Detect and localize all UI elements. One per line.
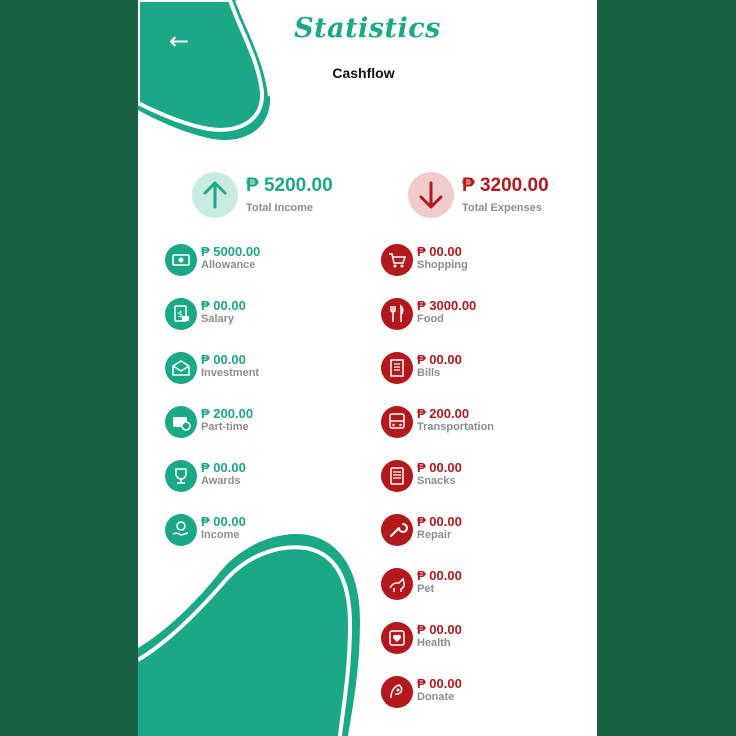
- item-label: Donate: [417, 691, 455, 703]
- page-title: Statistics: [294, 13, 441, 44]
- arrow-down-icon: [408, 172, 454, 218]
- item-amount: ₱ 00.00: [201, 514, 246, 529]
- item-amount: ₱ 00.00: [417, 622, 462, 637]
- money-icon: [165, 244, 197, 276]
- investment-icon: [165, 352, 197, 384]
- part-time-icon: [165, 406, 197, 438]
- item-label: Health: [417, 637, 451, 649]
- item-label: Repair: [417, 529, 452, 541]
- item-amount: ₱ 00.00: [417, 460, 462, 475]
- utensils-icon: [381, 298, 413, 330]
- item-amount: ₱ 5000.00: [201, 244, 261, 259]
- item-label: Income: [201, 529, 240, 541]
- item-label: Pet: [417, 583, 435, 595]
- item-amount: ₱ 00.00: [417, 352, 462, 367]
- item-amount: ₱ 00.00: [201, 352, 246, 367]
- statistics-screen: ← Statistics Cashflow ₱ 5200.00 Total In…: [138, 0, 597, 736]
- hand-coin-icon: [165, 514, 197, 546]
- item-amount: ₱ 00.00: [417, 244, 462, 259]
- total-expenses-amount: ₱ 3200.00: [462, 175, 549, 196]
- total-income-label: Total Income: [246, 202, 314, 214]
- item-label: Awards: [201, 475, 241, 487]
- cart-icon: [381, 244, 413, 276]
- donate-icon: [381, 676, 413, 708]
- heart-icon: [381, 622, 413, 654]
- snacks-icon: [381, 460, 413, 492]
- item-label: Shopping: [417, 259, 468, 271]
- trophy-icon: [165, 460, 197, 492]
- arrow-up-icon: [192, 172, 238, 218]
- item-amount: ₱ 00.00: [201, 298, 246, 313]
- bill-icon: [381, 352, 413, 384]
- item-label: Salary: [201, 313, 235, 325]
- item-label: Bills: [417, 367, 441, 379]
- item-amount: ₱ 00.00: [417, 676, 462, 691]
- item-amount: ₱ 200.00: [201, 406, 254, 421]
- page-subtitle: Cashflow: [332, 65, 395, 81]
- item-label: Part-time: [201, 421, 249, 433]
- item-amount: ₱ 200.00: [417, 406, 470, 421]
- item-label: Allowance: [201, 259, 256, 271]
- item-label: Snacks: [417, 475, 456, 487]
- item-label: Transportation: [417, 421, 495, 433]
- total-expenses-label: Total Expenses: [462, 202, 542, 214]
- item-label: Food: [417, 313, 444, 325]
- salary-icon: $: [165, 298, 197, 330]
- item-amount: ₱ 3000.00: [417, 298, 477, 313]
- pet-icon: [381, 568, 413, 600]
- bus-icon: [381, 406, 413, 438]
- item-amount: ₱ 00.00: [201, 460, 246, 475]
- item-amount: ₱ 00.00: [417, 514, 462, 529]
- total-income-amount: ₱ 5200.00: [246, 175, 333, 196]
- item-label: Investment: [201, 367, 260, 379]
- wrench-icon: [381, 514, 413, 546]
- item-amount: ₱ 00.00: [417, 568, 462, 583]
